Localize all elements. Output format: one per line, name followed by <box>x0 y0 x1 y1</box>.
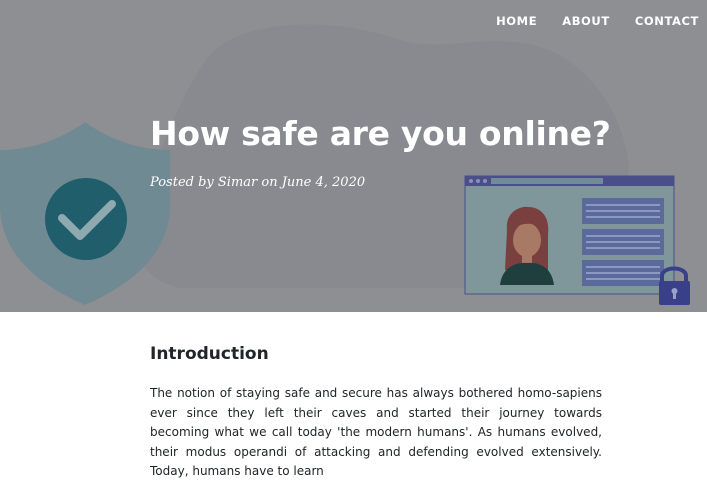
nav-about-link[interactable]: ABOUT <box>537 14 610 28</box>
nav-home-link[interactable]: HOME <box>471 14 537 28</box>
post-meta: Posted by Simar on June 4, 2020 <box>150 175 366 190</box>
nav-contact-link[interactable]: CONTACT <box>610 14 699 28</box>
browser-window-icon <box>464 175 675 295</box>
post-title: How safe are you online? <box>150 114 611 153</box>
article-content: Introduction The notion of staying safe … <box>150 344 602 482</box>
section-heading: Introduction <box>150 344 269 364</box>
hero-header: HOME ABOUT CONTACT How safe are you onli… <box>0 0 707 312</box>
article-paragraph: The notion of staying safe and secure ha… <box>150 386 602 478</box>
hero-illustration <box>0 24 690 305</box>
main-nav: HOME ABOUT CONTACT <box>471 14 699 28</box>
shield-check-icon <box>0 122 170 305</box>
